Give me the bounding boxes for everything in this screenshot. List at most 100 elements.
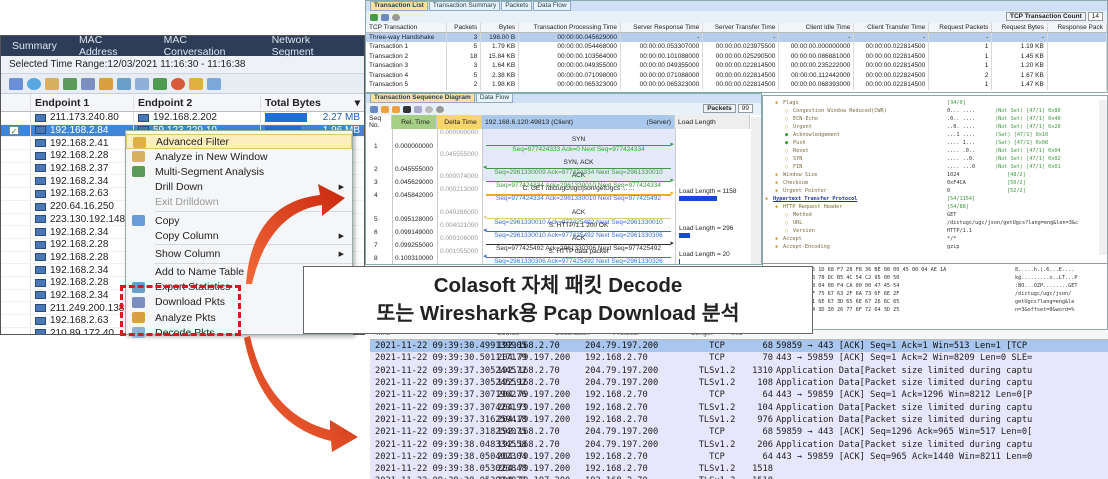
field-name[interactable]: Acknowledgement — [793, 132, 840, 138]
field-name[interactable]: Flags — [783, 100, 799, 106]
column-header[interactable]: Transaction Processing Time — [518, 23, 622, 33]
field-name[interactable]: Urgent — [793, 124, 812, 130]
field-name[interactable]: Version — [793, 228, 815, 234]
menu-item-show-column[interactable]: Show Column ▶ — [126, 246, 352, 261]
row-checkbox-cell[interactable] — [1, 137, 31, 150]
row-checkbox-cell[interactable] — [1, 289, 31, 302]
packet-row[interactable]: 2021-11-22 09:39:37.318254075 192.168.2.7… — [370, 426, 1108, 439]
field-name[interactable]: Window Size — [783, 172, 817, 178]
transaction-row[interactable]: Transaction 1 5 1.79 KB 00:00:00.054468000 0… — [366, 42, 1107, 52]
field-name[interactable]: SYN — [793, 156, 802, 162]
tab-transaction-list[interactable]: Transaction List — [370, 1, 428, 11]
row-checkbox-cell[interactable] — [1, 327, 31, 334]
packet-row[interactable]: 2021-11-22 09:39:37.316259418 204.79.197.… — [370, 413, 1108, 427]
scrollbar[interactable] — [751, 117, 761, 264]
row-checkbox-cell[interactable] — [1, 188, 31, 200]
column-header[interactable]: Response Pack — [1047, 23, 1107, 33]
menu-item-drill-down[interactable]: Drill Down ▶ — [126, 180, 352, 195]
packet-row[interactable]: 2021-11-22 09:39:38.053023848 204.79.197.… — [370, 462, 1108, 476]
field-name[interactable]: Checksum — [783, 180, 808, 186]
transaction-row[interactable]: Transaction 5 2 1.98 KB 00:00:00.065323000 0… — [366, 80, 1107, 90]
column-header[interactable]: Client Transfer Time — [853, 23, 930, 33]
tab-data-flow[interactable]: Data Flow — [533, 1, 571, 11]
row-checkbox-cell[interactable] — [1, 175, 31, 188]
row-checkbox-cell[interactable] — [1, 251, 31, 264]
clock-icon[interactable] — [425, 105, 433, 113]
table-row[interactable]: 211.173.240.80 192.168.2.202 2.27 MB — [1, 112, 364, 125]
row-checkbox-cell[interactable] — [1, 238, 31, 251]
field-name[interactable]: Accept-Encoding — [783, 244, 830, 250]
checkbox-checked-icon[interactable]: ✓ — [9, 125, 19, 136]
row-checkbox-cell[interactable] — [1, 315, 31, 327]
transaction-row[interactable]: Transaction 3 3 1.64 KB 00:00:00.049355000 0… — [366, 61, 1107, 71]
menu-item-multi-segment-analysis[interactable]: Multi-Segment Analysis — [126, 164, 352, 179]
refresh-icon[interactable] — [153, 77, 167, 90]
row-checkbox-cell[interactable] — [1, 264, 31, 276]
row-checkbox-cell[interactable]: ✓ — [1, 124, 31, 137]
tab-mac-address[interactable]: MAC Address — [68, 36, 153, 58]
decode-icon[interactable] — [135, 77, 149, 90]
copy-icon[interactable] — [370, 105, 378, 113]
field-name[interactable]: FIN — [793, 164, 802, 170]
chart-icon[interactable] — [171, 77, 185, 90]
transaction-row[interactable]: Three-way Handshake 3 198.00 B 00:00:00.045… — [366, 32, 1107, 42]
column-header[interactable]: Packets — [446, 23, 482, 33]
transaction-row[interactable]: Transaction 2 18 15.84 KB 00:00:00.10356400… — [366, 51, 1107, 61]
field-name[interactable]: Hypertext Transfer Protocol — [773, 196, 857, 202]
field-name[interactable]: Congestion Window Reduced(CWR) — [793, 108, 887, 114]
detail-list-icon[interactable] — [392, 105, 400, 113]
packet-row[interactable]: 2021-11-22 09:39:38.053024871204.79.197.… — [370, 475, 1108, 479]
menu-item-analyze-in-new-window[interactable]: Analyze in New Window — [126, 149, 352, 164]
hex-icon[interactable] — [403, 105, 411, 113]
row-checkbox-cell[interactable] — [1, 112, 31, 124]
column-header[interactable]: Bytes — [480, 23, 520, 33]
tab-sequence-diagram[interactable]: Transaction Sequence Diagram — [370, 94, 475, 103]
window-icon[interactable] — [45, 77, 59, 90]
col-total-bytes[interactable]: Total Bytes ▾ — [261, 97, 364, 109]
search-icon[interactable] — [392, 13, 400, 21]
field-name[interactable]: Urgent Pointer — [783, 188, 827, 194]
search-icon[interactable] — [436, 105, 444, 113]
export-icon[interactable] — [117, 77, 131, 90]
column-header[interactable]: Client Idle Time — [778, 23, 855, 33]
analyze-icon[interactable] — [99, 77, 113, 90]
field-name[interactable]: Reset — [793, 148, 809, 154]
scrollbar[interactable] — [1099, 100, 1107, 255]
tab-data-flow[interactable]: Data Flow — [475, 94, 514, 103]
download-icon[interactable] — [81, 77, 95, 90]
tab-packets[interactable]: Packets — [501, 1, 533, 11]
column-header[interactable]: Server Transfer Time — [702, 23, 780, 33]
field-name[interactable]: URL — [793, 220, 802, 226]
column-header[interactable]: TCP Transaction — [366, 23, 448, 33]
packet-row[interactable]: 2021-11-22 09:39:37.307423193 204.79.197.… — [370, 401, 1108, 414]
columns-icon[interactable] — [207, 77, 221, 90]
clock-icon[interactable] — [27, 77, 41, 90]
row-checkbox-cell[interactable] — [1, 162, 31, 175]
transaction-row[interactable]: Transaction 4 5 2.38 KB 00:00:00.071098000 0… — [366, 70, 1107, 80]
row-checkbox-cell[interactable] — [1, 276, 31, 289]
packet-row[interactable]: 2021-11-22 09:39:30.499139905 192.168.2.7… — [370, 340, 1108, 353]
tab-transaction-summary[interactable]: Transaction Summary — [428, 1, 501, 11]
column-header[interactable]: Request Bytes — [991, 23, 1048, 33]
filter-icon[interactable] — [189, 77, 203, 90]
col-endpoint-2[interactable]: Endpoint 2 — [134, 96, 261, 109]
column-header[interactable]: Server Response Time — [620, 23, 704, 33]
save-icon[interactable] — [381, 13, 389, 21]
packet-row[interactable]: 2021-11-22 09:39:38.048334558 192.168.2.7… — [370, 438, 1108, 451]
row-checkbox-cell[interactable] — [1, 150, 31, 162]
list-icon[interactable] — [381, 105, 389, 113]
packet-row[interactable]: 2021-11-22 09:39:38.050402304 204.79.197.… — [370, 450, 1108, 463]
row-checkbox-cell[interactable] — [1, 200, 31, 213]
packet-row[interactable]: 2021-11-22 09:39:37.305244572 192.168.2.7… — [370, 364, 1108, 377]
tcp-filter-icon[interactable] — [9, 77, 23, 90]
packet-row[interactable]: 2021-11-22 09:39:30.501117179 204.79.197.… — [370, 352, 1108, 365]
field-name[interactable]: HTTP Request Header — [783, 204, 842, 210]
export-icon[interactable] — [370, 13, 378, 21]
network-icon[interactable] — [63, 77, 77, 90]
row-checkbox-cell[interactable] — [1, 213, 31, 226]
menu-item-copy-column[interactable]: Copy Column ▶ — [126, 228, 352, 243]
menu-item-copy[interactable]: Copy — [126, 213, 352, 228]
tab-summary[interactable]: Summary — [1, 40, 68, 52]
column-header[interactable]: Request Packets — [928, 23, 993, 33]
menu-item-advanced-filter[interactable]: Advanced Filter — [126, 134, 352, 150]
